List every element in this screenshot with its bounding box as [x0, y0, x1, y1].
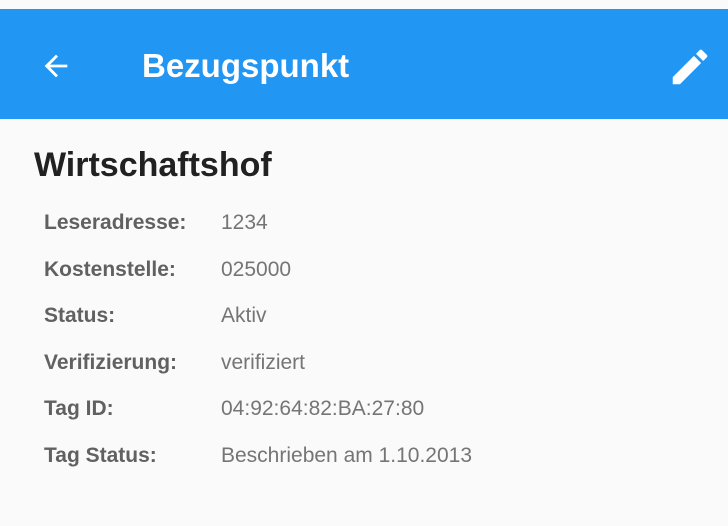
detail-row-tag-status: Tag Status: Beschrieben am 1.10.2013 — [44, 436, 684, 483]
status-strip — [0, 0, 728, 9]
detail-value: 04:92:64:82:BA:27:80 — [221, 397, 425, 420]
edit-button[interactable] — [664, 41, 716, 93]
detail-label: Tag Status: — [44, 443, 157, 467]
detail-label: Status: — [44, 304, 116, 327]
pencil-icon — [672, 49, 708, 85]
record-name: Wirtschaftshof — [34, 146, 272, 184]
detail-row-verifizierung: Verifizierung: verifiziert — [44, 343, 684, 390]
details-panel: Wirtschaftshof Leseradresse: 1234 Kosten… — [0, 119, 728, 526]
detail-value: Aktiv — [221, 304, 267, 327]
detail-value: 025000 — [221, 257, 292, 281]
page-title: Bezugspunkt — [142, 47, 350, 84]
detail-row-status: Status: Aktiv — [44, 296, 684, 343]
screen: Bezugspunkt Wirtschaftshof Leseradresse:… — [0, 0, 728, 526]
detail-label: Tag ID: — [44, 397, 114, 420]
detail-value: 1234 — [221, 211, 268, 234]
detail-label: Kostenstelle: — [44, 257, 176, 281]
back-button[interactable] — [33, 43, 79, 89]
detail-label: Verifizierung: — [44, 350, 178, 374]
detail-row-leseradresse: Leseradresse: 1234 — [44, 203, 684, 250]
detail-row-kostenstelle: Kostenstelle: 025000 — [44, 250, 684, 297]
arrow-left-icon — [44, 54, 68, 78]
app-bar: Bezugspunkt — [0, 9, 728, 119]
detail-value: verifiziert — [221, 350, 306, 374]
detail-value: Beschrieben am 1.10.2013 — [221, 443, 473, 467]
detail-row-tag-id: Tag ID: 04:92:64:82:BA:27:80 — [44, 389, 684, 436]
detail-label: Leseradresse: — [44, 211, 187, 234]
details-list: Leseradresse: 1234 Kostenstelle: 025000 … — [44, 203, 684, 482]
